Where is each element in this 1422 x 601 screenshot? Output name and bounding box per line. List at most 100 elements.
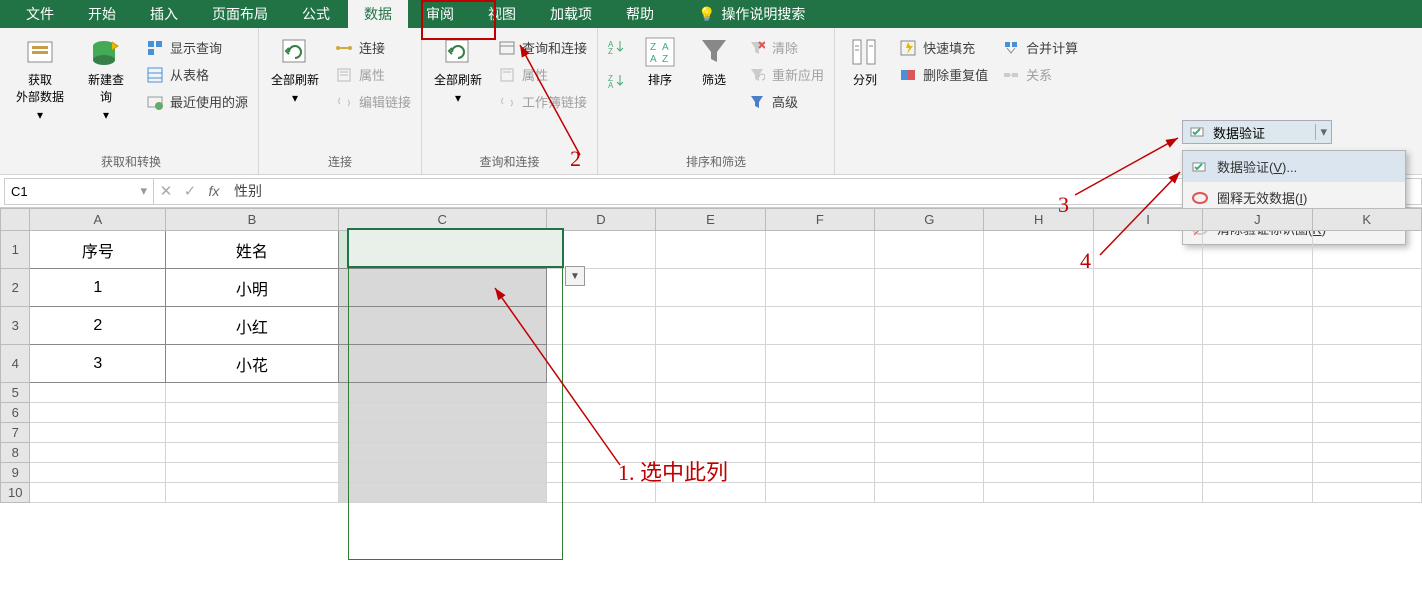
cell-I3[interactable] [1093, 307, 1202, 345]
new-query-button[interactable]: 新建查 询 ▾ [76, 32, 136, 122]
column-header-F[interactable]: F [765, 209, 874, 231]
row-header-3[interactable]: 3 [1, 307, 30, 345]
cell-G10[interactable] [875, 483, 984, 503]
cancel-formula-button[interactable]: ✕ [154, 182, 178, 200]
cell-J10[interactable] [1203, 483, 1312, 503]
cell-E6[interactable] [656, 403, 765, 423]
cell-A1[interactable]: 序号 [30, 231, 166, 269]
cell-K10[interactable] [1312, 483, 1422, 503]
cell-K8[interactable] [1312, 443, 1422, 463]
insert-function-button[interactable]: fx [202, 183, 226, 199]
cell-H2[interactable] [984, 269, 1093, 307]
cell-J7[interactable] [1203, 423, 1312, 443]
cell-I7[interactable] [1093, 423, 1202, 443]
cell-B9[interactable] [166, 463, 338, 483]
row-header-5[interactable]: 5 [1, 383, 30, 403]
cell-K6[interactable] [1312, 403, 1422, 423]
name-box[interactable]: C1 ▾ [4, 178, 154, 205]
column-header-E[interactable]: E [656, 209, 765, 231]
cell-H9[interactable] [984, 463, 1093, 483]
cell-H3[interactable] [984, 307, 1093, 345]
cell-K7[interactable] [1312, 423, 1422, 443]
cell-B5[interactable] [166, 383, 338, 403]
cell-I2[interactable] [1093, 269, 1202, 307]
cell-F8[interactable] [765, 443, 874, 463]
tab-view[interactable]: 视图 [472, 0, 532, 28]
advanced-filter-button[interactable]: 高级 [744, 90, 828, 113]
cell-A3[interactable]: 2 [30, 307, 166, 345]
tab-page-layout[interactable]: 页面布局 [196, 0, 284, 28]
cell-E2[interactable] [656, 269, 765, 307]
cell-A2[interactable]: 1 [30, 269, 166, 307]
text-to-columns-button[interactable]: 分列 [841, 32, 889, 88]
cell-H4[interactable] [984, 345, 1093, 383]
cell-K3[interactable] [1312, 307, 1422, 345]
cell-A9[interactable] [30, 463, 166, 483]
row-header-7[interactable]: 7 [1, 423, 30, 443]
cell-K9[interactable] [1312, 463, 1422, 483]
row-header-4[interactable]: 4 [1, 345, 30, 383]
filter-button[interactable]: 筛选 [690, 32, 738, 88]
cell-I1[interactable] [1093, 231, 1202, 269]
cell-K2[interactable] [1312, 269, 1422, 307]
cell-B1[interactable]: 姓名 [166, 231, 338, 269]
column-header-K[interactable]: K [1312, 209, 1422, 231]
consolidate-button[interactable]: 合并计算 [998, 36, 1082, 59]
cell-A5[interactable] [30, 383, 166, 403]
cell-I4[interactable] [1093, 345, 1202, 383]
cell-A8[interactable] [30, 443, 166, 463]
queries-connections-button[interactable]: 查询和连接 [494, 36, 591, 59]
cell-J8[interactable] [1203, 443, 1312, 463]
data-validation-split-button[interactable]: 数据验证 ▾ [1182, 120, 1332, 144]
cell-dropdown-button[interactable]: ▼ [565, 266, 585, 286]
cell-A4[interactable]: 3 [30, 345, 166, 383]
cell-G9[interactable] [875, 463, 984, 483]
cell-G6[interactable] [875, 403, 984, 423]
tab-formulas[interactable]: 公式 [286, 0, 346, 28]
menu-item-data-validation[interactable]: 数据验证(V)... [1183, 151, 1405, 182]
cell-G4[interactable] [875, 345, 984, 383]
cell-K4[interactable] [1312, 345, 1422, 383]
cell-F10[interactable] [765, 483, 874, 503]
row-header-8[interactable]: 8 [1, 443, 30, 463]
accept-formula-button[interactable]: ✓ [178, 182, 202, 200]
remove-duplicates-button[interactable]: 删除重复值 [895, 63, 992, 86]
refresh-all-button-2[interactable]: 全部刷新 ▾ [428, 32, 488, 105]
column-header-I[interactable]: I [1093, 209, 1202, 231]
cell-E1[interactable] [656, 231, 765, 269]
sort-desc-button[interactable]: ZA [604, 70, 630, 92]
cell-B3[interactable]: 小红 [166, 307, 338, 345]
connections-button[interactable]: 连接 [331, 36, 415, 59]
cell-J2[interactable] [1203, 269, 1312, 307]
cell-F4[interactable] [765, 345, 874, 383]
tab-review[interactable]: 审阅 [410, 0, 470, 28]
cell-B6[interactable] [166, 403, 338, 423]
cell-F5[interactable] [765, 383, 874, 403]
tab-data[interactable]: 数据 [348, 0, 408, 28]
cell-B8[interactable] [166, 443, 338, 463]
get-external-data-button[interactable]: 获取 外部数据 ▾ [10, 32, 70, 122]
tab-help[interactable]: 帮助 [610, 0, 670, 28]
show-queries-button[interactable]: 显示查询 [142, 36, 252, 59]
cell-E3[interactable] [656, 307, 765, 345]
tell-me-search[interactable]: 💡 操作说明搜索 [682, 0, 821, 28]
cell-H1[interactable] [984, 231, 1093, 269]
row-header-1[interactable]: 1 [1, 231, 30, 269]
sort-asc-button[interactable]: AZ [604, 36, 630, 58]
cell-K1[interactable] [1312, 231, 1422, 269]
cell-F2[interactable] [765, 269, 874, 307]
cell-F9[interactable] [765, 463, 874, 483]
cell-A6[interactable] [30, 403, 166, 423]
sort-button[interactable]: ZAAZ 排序 [636, 32, 684, 88]
cell-A7[interactable] [30, 423, 166, 443]
tab-file[interactable]: 文件 [10, 0, 70, 28]
column-header-H[interactable]: H [984, 209, 1093, 231]
cell-I8[interactable] [1093, 443, 1202, 463]
cell-J6[interactable] [1203, 403, 1312, 423]
cell-G5[interactable] [875, 383, 984, 403]
cell-J1[interactable] [1203, 231, 1312, 269]
cell-G3[interactable] [875, 307, 984, 345]
cell-H7[interactable] [984, 423, 1093, 443]
flash-fill-button[interactable]: 快速填充 [895, 36, 992, 59]
cell-J5[interactable] [1203, 383, 1312, 403]
